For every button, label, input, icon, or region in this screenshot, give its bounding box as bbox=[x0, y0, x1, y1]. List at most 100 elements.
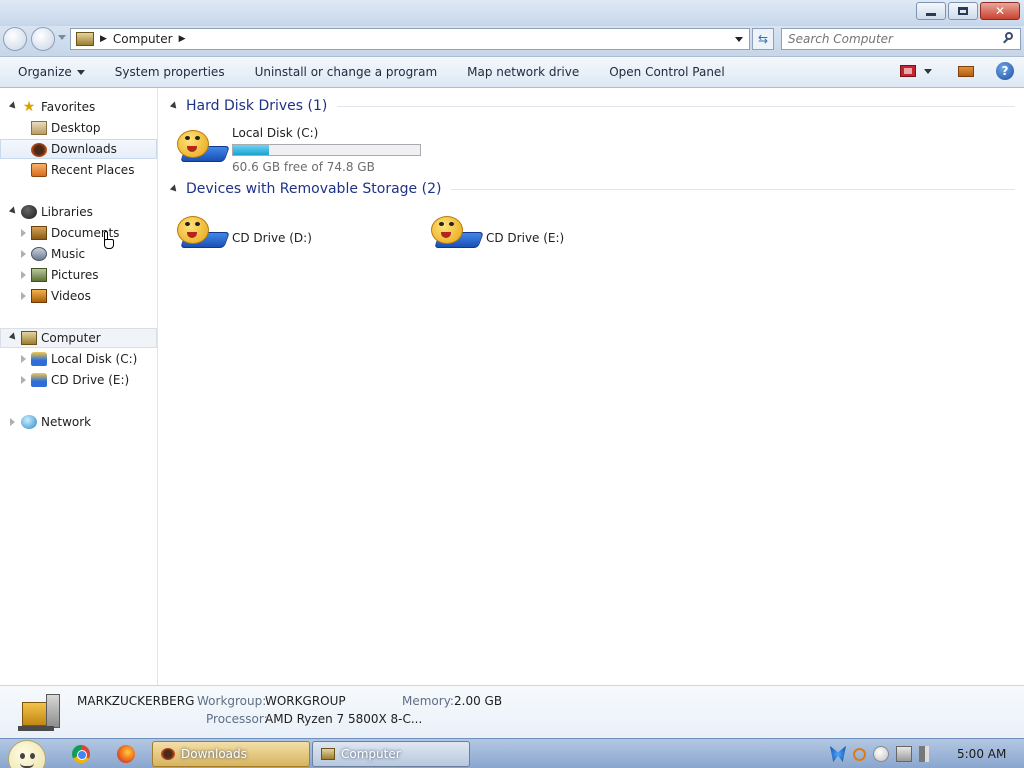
processor-value: AMD Ryzen 7 5800X 8-C... bbox=[265, 712, 423, 726]
drive-tile-cd-drive-d[interactable]: CD Drive (D:) bbox=[177, 210, 427, 260]
cd-drive-icon bbox=[31, 373, 47, 387]
collapse-arrow-icon[interactable] bbox=[21, 271, 26, 279]
nav-network-label: Network bbox=[41, 415, 92, 429]
nav-videos[interactable]: Videos bbox=[0, 286, 157, 306]
drive-tile-local-disk-c[interactable]: Local Disk (C:) 60.6 GB free of 74.8 GB bbox=[177, 124, 427, 174]
search-icon[interactable] bbox=[1003, 32, 1015, 44]
maximize-button[interactable] bbox=[948, 2, 978, 20]
forward-button[interactable] bbox=[31, 27, 55, 51]
star-icon: ★ bbox=[22, 99, 36, 115]
open-control-panel-button[interactable]: Open Control Panel bbox=[594, 56, 739, 88]
recent-pages-dropdown[interactable] bbox=[58, 35, 66, 40]
minimize-button[interactable] bbox=[916, 2, 946, 20]
collapse-arrow-icon[interactable] bbox=[21, 376, 26, 384]
expand-arrow-icon[interactable] bbox=[8, 206, 19, 216]
help-icon[interactable]: ? bbox=[996, 62, 1014, 80]
refresh-button[interactable]: ⇆ bbox=[752, 28, 774, 50]
nav-computer-label: Computer bbox=[41, 331, 101, 345]
cd-drive-icon bbox=[431, 210, 484, 254]
memory-label: Memory: bbox=[402, 694, 454, 708]
hard-disk-icon bbox=[177, 124, 230, 168]
nav-network[interactable]: Network bbox=[0, 412, 157, 432]
preview-pane-icon[interactable] bbox=[958, 65, 974, 77]
back-button[interactable] bbox=[3, 27, 27, 51]
collapse-arrow-icon[interactable] bbox=[21, 250, 26, 258]
nav-downloads[interactable]: Downloads bbox=[0, 139, 157, 159]
documents-icon bbox=[31, 226, 47, 240]
system-properties-button[interactable]: System properties bbox=[100, 56, 240, 88]
nav-recent-places[interactable]: Recent Places bbox=[0, 160, 157, 180]
nav-documents[interactable]: Documents bbox=[0, 223, 157, 243]
collapse-group-icon[interactable] bbox=[169, 184, 180, 194]
search-tray-icon[interactable] bbox=[853, 747, 866, 761]
search-box[interactable] bbox=[781, 28, 1021, 50]
nav-libraries[interactable]: Libraries bbox=[0, 202, 157, 222]
close-button[interactable]: ✕ bbox=[980, 2, 1020, 20]
hard-disk-icon bbox=[31, 352, 47, 366]
taskbar-item-label: Downloads bbox=[181, 747, 247, 761]
nav-desktop[interactable]: Desktop bbox=[0, 118, 157, 138]
main-area: ★ Favorites Desktop Downloads Recent Pla… bbox=[0, 88, 1024, 685]
minimize-icon bbox=[926, 12, 936, 16]
nav-cd-drive-label: CD Drive (E:) bbox=[51, 373, 130, 387]
computer-icon bbox=[21, 331, 37, 345]
processor-label: Processor: bbox=[206, 712, 268, 726]
breadcrumb-separator-icon[interactable]: ▶ bbox=[100, 34, 107, 44]
nav-pictures[interactable]: Pictures bbox=[0, 265, 157, 285]
window-controls: ✕ bbox=[916, 2, 1020, 20]
libraries-icon bbox=[21, 205, 37, 219]
expand-arrow-icon[interactable] bbox=[8, 332, 19, 342]
collapse-arrow-icon[interactable] bbox=[10, 418, 15, 426]
taskbar-item-computer[interactable]: Computer bbox=[312, 741, 470, 767]
collapse-arrow-icon[interactable] bbox=[21, 229, 26, 237]
chrome-icon[interactable] bbox=[72, 745, 90, 763]
organize-label: Organize bbox=[18, 65, 72, 79]
group-header-hard-disk-drives[interactable]: Hard Disk Drives (1) bbox=[169, 98, 1015, 114]
breadcrumb-separator-icon[interactable]: ▶ bbox=[179, 34, 186, 44]
taskbar-item-label: Computer bbox=[341, 747, 401, 761]
downloads-icon bbox=[31, 143, 47, 157]
drive-tile-cd-drive-e[interactable]: CD Drive (E:) bbox=[431, 210, 681, 260]
drive-free-space: 60.6 GB free of 74.8 GB bbox=[232, 160, 375, 174]
nav-favorites[interactable]: ★ Favorites bbox=[0, 97, 157, 117]
computer-icon bbox=[18, 692, 62, 732]
drive-name: Local Disk (C:) bbox=[232, 126, 319, 140]
group-header-label: Hard Disk Drives (1) bbox=[186, 98, 328, 114]
group-header-removable-storage[interactable]: Devices with Removable Storage (2) bbox=[169, 181, 1015, 197]
map-network-drive-button[interactable]: Map network drive bbox=[452, 56, 594, 88]
collapse-arrow-icon[interactable] bbox=[21, 292, 26, 300]
malwarebytes-icon[interactable] bbox=[830, 746, 846, 762]
change-view-icon[interactable] bbox=[900, 65, 916, 77]
organize-button[interactable]: Organize bbox=[0, 56, 100, 88]
system-tray: 5:00 AM bbox=[814, 739, 1024, 768]
address-bar[interactable]: ▶ Computer ▶ bbox=[70, 28, 750, 50]
taskbar-item-downloads[interactable]: Downloads bbox=[152, 741, 310, 767]
collapse-group-icon[interactable] bbox=[169, 101, 180, 111]
status-tray-icon[interactable] bbox=[873, 746, 889, 762]
breadcrumb-computer[interactable]: Computer bbox=[113, 32, 173, 46]
chevron-down-icon bbox=[76, 69, 85, 75]
search-input[interactable] bbox=[788, 29, 998, 49]
hand-cursor-icon bbox=[101, 231, 115, 251]
workgroup-label: Workgroup: bbox=[197, 694, 267, 708]
details-pane: MARKZUCKERBERG Workgroup: WORKGROUP Memo… bbox=[0, 685, 1024, 738]
clock[interactable]: 5:00 AM bbox=[957, 747, 1006, 761]
nav-computer[interactable]: Computer bbox=[0, 328, 157, 348]
view-options-chevron-icon[interactable] bbox=[924, 68, 932, 74]
uninstall-program-button[interactable]: Uninstall or change a program bbox=[240, 56, 453, 88]
nav-music[interactable]: Music bbox=[0, 244, 157, 264]
memory-value: 2.00 GB bbox=[454, 694, 503, 708]
nav-cd-drive-e[interactable]: CD Drive (E:) bbox=[0, 370, 157, 390]
network-tray-icon[interactable] bbox=[896, 746, 912, 762]
computer-name: MARKZUCKERBERG bbox=[77, 694, 195, 708]
start-button[interactable] bbox=[8, 740, 46, 768]
expand-arrow-icon[interactable] bbox=[8, 101, 19, 111]
navigation-pane: ★ Favorites Desktop Downloads Recent Pla… bbox=[0, 88, 158, 685]
volume-icon[interactable] bbox=[919, 746, 935, 762]
address-dropdown-icon[interactable] bbox=[735, 37, 743, 42]
network-icon bbox=[21, 415, 37, 429]
address-row: ▶ Computer ▶ ⇆ bbox=[0, 26, 1024, 52]
collapse-arrow-icon[interactable] bbox=[21, 355, 26, 363]
nav-local-disk-c[interactable]: Local Disk (C:) bbox=[0, 349, 157, 369]
firefox-icon[interactable] bbox=[117, 745, 135, 763]
